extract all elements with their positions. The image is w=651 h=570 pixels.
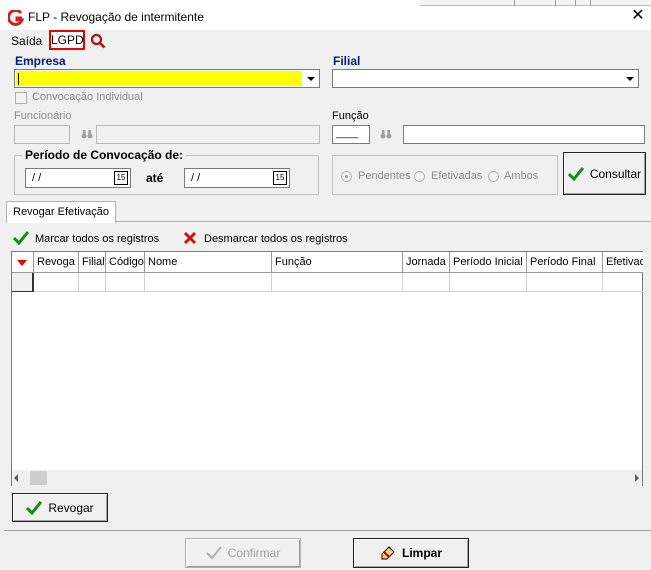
limpar-button[interactable]: Limpar [353,538,469,568]
desmarcar-todos-link[interactable]: Desmarcar todos os registros [204,233,348,245]
binoculars-icon[interactable] [380,128,392,140]
periodo-end-value: / / [191,172,201,184]
close-icon[interactable]: ✕ [628,6,648,26]
chevron-down-icon[interactable] [303,71,318,86]
cross-icon[interactable] [183,231,197,245]
column-header[interactable]: Período Final [527,252,603,273]
sort-arrow-icon [17,260,27,266]
grid-cell[interactable] [603,273,643,292]
revogar-button[interactable]: Revogar [12,493,108,522]
column-header[interactable]: Revoga [34,252,79,273]
column-header[interactable]: Código [106,252,145,273]
results-grid[interactable]: Revoga Filial Código Nome Função Jornada… [11,251,643,486]
column-header[interactable]: Jornada [403,252,450,273]
ate-label: até [146,171,164,185]
funcao-code-input[interactable]: ____ [332,125,370,144]
row-indicator-header[interactable] [12,252,34,273]
revogar-label: Revogar [48,500,94,515]
consultar-label: Consultar [589,166,642,181]
limpar-label: Limpar [401,546,442,560]
convocacao-individual-checkbox[interactable] [15,92,27,104]
periodo-start-value: / / [32,172,42,184]
confirmar-button[interactable]: Confirmar [185,538,301,568]
g-logo-icon [8,10,24,26]
grid-cell[interactable] [106,273,145,292]
periodo-end-date[interactable]: / / 15 [184,168,290,188]
check-icon[interactable] [13,231,29,245]
grid-cell[interactable] [403,273,450,292]
calendar-icon[interactable]: 15 [114,171,128,185]
menu-lgpd[interactable]: LGPD [49,30,85,50]
horizontal-scrollbar[interactable] [12,470,642,486]
column-header[interactable]: Período Inicial [450,252,527,273]
window-title: FLP - Revogação de intermitente [28,10,204,24]
grid-cell[interactable] [34,273,79,292]
radio-ambos-label: Ambos [504,170,539,182]
check-icon [26,500,43,515]
radio-efetivadas-label: Efetivadas [431,170,483,182]
footer-separator [4,530,651,531]
grid-cell[interactable] [450,273,527,292]
column-header[interactable]: Efetivado [603,252,643,273]
funcionario-label: Funcionário [14,110,72,122]
chevron-down-icon[interactable] [622,71,637,86]
convocacao-individual-label: Convocação Individual [32,91,143,103]
column-header[interactable]: Nome [145,252,272,273]
funcionario-code-input [14,125,70,144]
binoculars-icon [81,130,93,139]
grid-cell[interactable] [272,273,403,292]
funcao-label: Função [332,110,369,122]
text-caret [18,73,19,85]
empresa-value [16,71,302,86]
eraser-icon [381,546,395,560]
filial-combobox[interactable] [332,69,639,88]
funcionario-name-input [96,125,320,144]
radio-efetivadas[interactable] [414,171,425,182]
periodo-title: Período de Convocação de: [22,148,187,162]
calendar-icon[interactable]: 15 [273,171,287,185]
radio-ambos[interactable] [488,171,499,182]
grid-cell[interactable] [145,273,272,292]
column-header[interactable]: Filial [79,252,106,273]
column-header[interactable]: Função [272,252,403,273]
check-icon [205,546,222,560]
scroll-thumb[interactable] [30,471,47,485]
filial-label: Filial [333,54,361,68]
empresa-label: Empresa [15,54,66,68]
row-indicator[interactable] [12,273,34,292]
grid-cell[interactable] [79,273,106,292]
background-window-strip [420,0,651,6]
empresa-combobox[interactable] [14,69,320,88]
magnifier-icon[interactable] [90,33,106,49]
tab-revogar-efetivacao[interactable]: Revogar Efetivação [6,201,116,223]
grid-cell[interactable] [527,273,603,292]
radio-pendentes[interactable] [341,171,352,182]
menu-saida[interactable]: Saída [11,34,42,48]
consultar-button[interactable]: Consultar [563,152,646,195]
scroll-left-icon[interactable] [14,474,18,482]
radio-pendentes-label: Pendentes [358,170,411,182]
periodo-start-date[interactable]: / / 15 [25,168,131,188]
check-icon [567,166,584,181]
funcao-name-input[interactable] [403,125,645,144]
marcar-todos-link[interactable]: Marcar todos os registros [35,233,159,245]
confirmar-label: Confirmar [227,546,281,560]
scroll-right-icon[interactable] [635,474,639,482]
